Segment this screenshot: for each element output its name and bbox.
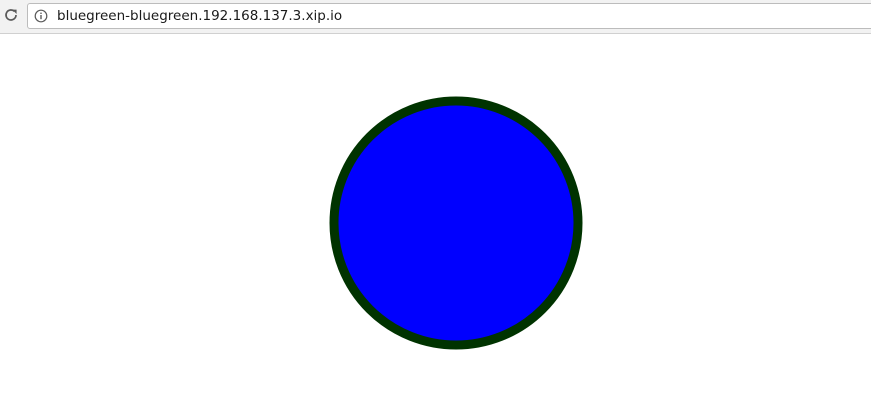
info-circle-icon[interactable] <box>34 9 48 23</box>
canvas <box>329 96 583 350</box>
address-bar[interactable]: bluegreen-bluegreen.192.168.137.3.xip.io <box>27 3 871 29</box>
page-viewport <box>0 34 871 400</box>
blue-circle <box>329 96 583 350</box>
url-text[interactable]: bluegreen-bluegreen.192.168.137.3.xip.io <box>57 8 342 25</box>
browser-toolbar: bluegreen-bluegreen.192.168.137.3.xip.io <box>0 0 871 34</box>
reload-icon <box>3 7 19 27</box>
reload-button[interactable] <box>0 6 22 28</box>
